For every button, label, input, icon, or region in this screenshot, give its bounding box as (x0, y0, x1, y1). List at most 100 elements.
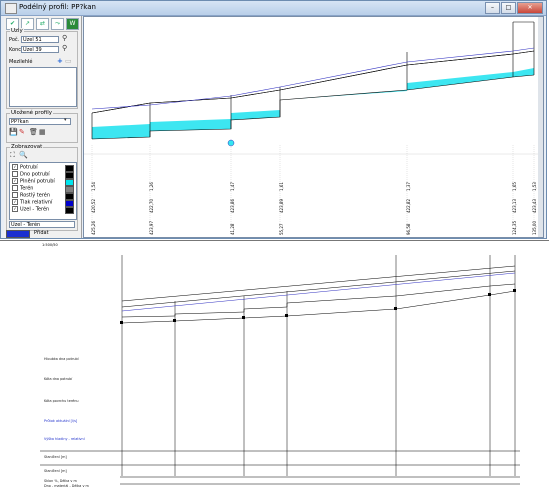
table-row-label: Sklon %, Délka v m (44, 479, 77, 483)
table-row-label: Dno - materiál - Délka v m (44, 484, 89, 488)
node-label: 423,97 (149, 221, 154, 235)
layer-list: ✓ Potrubí Dno potrubí ✓ Plnění potrubí Ter… (9, 162, 77, 220)
profile-view[interactable]: 1,54 420,52 425,26 1,26 422,70 423,97 1,… (83, 16, 544, 238)
display-group: Zobrazovat ⛶ 🔍 ✓ Potrubí Dno potrubí ✓ Pln… (6, 144, 78, 231)
layer-combo[interactable]: Uzel - Terén (9, 221, 75, 228)
maximize-button[interactable]: □ (501, 2, 516, 14)
layer-item[interactable]: ✓ Plnění potrubí (12, 178, 78, 186)
print-drawing (40, 255, 520, 485)
node-label: 423,89 (279, 199, 284, 213)
remove-icon[interactable]: ▭ (65, 57, 72, 65)
layer-item[interactable]: Rostlý terén (12, 192, 78, 200)
profile-tool-icon[interactable]: ⤳ (51, 18, 64, 30)
add-button[interactable]: Přidat (34, 230, 49, 236)
export-icon[interactable]: W (66, 18, 79, 30)
layer-label: Uzel - Terén (20, 206, 50, 213)
layer-label: Terén (20, 185, 34, 192)
save-icon[interactable]: 💾 (9, 128, 18, 136)
node-label: 1,65 (512, 182, 517, 191)
layer-item[interactable]: ✓ Uzel - Terén (12, 206, 78, 214)
manhole-marker (242, 316, 245, 319)
manhole-marker (488, 293, 491, 296)
manhole-marker (513, 289, 516, 292)
layer-checkbox[interactable]: ✓ (12, 206, 18, 212)
nodes-group: Uzly Poč. Uzel 51 ⚲ Konc. Uzel 39 ⚲ Mezi… (6, 28, 78, 109)
print-preview: 1:500/50 Hloubka dna potrubí Kóta dna po… (0, 240, 549, 490)
pipe-tool-icon[interactable]: ⇄ (36, 18, 49, 30)
vertical-scrollbar[interactable] (538, 17, 543, 237)
layer-checkbox[interactable] (12, 185, 18, 191)
manhole-marker (120, 321, 123, 324)
profile-drawing: 1,54 420,52 425,26 1,26 422,70 423,97 1,… (84, 21, 539, 235)
profile-window: Podélný profil: PP?kan – □ ✕ ✔ ↗ ⇄ ⤳ W U… (0, 0, 547, 239)
table-row-label: Hloubka dna potrubí (44, 357, 79, 361)
minimize-button[interactable]: – (485, 2, 500, 14)
layer-checkbox[interactable]: ✓ (12, 199, 18, 205)
chevron-down-icon[interactable]: ▾ (64, 117, 67, 123)
pick-node-icon[interactable]: ⚲ (62, 44, 67, 52)
layer-checkbox[interactable]: ✓ (12, 178, 18, 184)
layer-color-swatch[interactable] (65, 207, 74, 214)
node-label: 423,43 (532, 199, 537, 213)
start-node-label: Poč. (9, 37, 20, 43)
table-row-label: Průtok aktuální [l/s] (44, 419, 78, 423)
node-label: 1,54 (91, 182, 96, 191)
pick-node-icon[interactable]: ⚲ (62, 34, 67, 42)
intermediate-label: Mezilehlé (9, 59, 33, 65)
table-row-label: Staničení [m] (44, 455, 67, 459)
layer-checkbox[interactable] (12, 171, 18, 177)
end-node-field[interactable]: Uzel 39 (21, 46, 59, 53)
saved-profiles-group: Uložené profily PP?kan ▾ 💾 ✎ 🗑 ▦ (6, 110, 78, 143)
window-title: Podélný profil: PP?kan (19, 3, 96, 11)
layer-item[interactable]: ✓ Potrubí (12, 164, 78, 172)
layer-label: Rostlý terén (20, 192, 51, 199)
layer-item[interactable]: ✓ Tlak relativní (12, 199, 78, 207)
node-label: 1,26 (149, 182, 154, 191)
side-panel: ✔ ↗ ⇄ ⤳ W Uzly Poč. Uzel 51 ⚲ Konc. Uzel… (4, 16, 82, 238)
table-icon[interactable]: ▦ (39, 128, 46, 136)
manhole-marker (285, 314, 288, 317)
node-label: 425,26 (91, 221, 96, 235)
intermediate-list[interactable] (9, 67, 77, 107)
node-label: 135,00 (532, 221, 537, 235)
print-pressure-line (121, 272, 516, 312)
zoom-window-icon[interactable]: ⛶ (10, 151, 15, 160)
saved-profiles-label: Uložené profily (10, 110, 54, 116)
color-picker-button[interactable] (6, 230, 30, 238)
node-label: 1,37 (406, 182, 411, 191)
table-row-label: Výška hladiny - relativní (44, 437, 85, 441)
node-label: 422,82 (406, 199, 411, 213)
node-label: 423,86 (230, 199, 235, 213)
layer-item[interactable]: Dno potrubí (12, 171, 78, 179)
layer-label: Dno potrubí (20, 171, 50, 178)
layer-checkbox[interactable]: ✓ (12, 164, 18, 170)
layer-checkbox[interactable] (12, 192, 18, 198)
start-node-field[interactable]: Uzel 51 (21, 36, 59, 43)
rename-icon[interactable]: ✎ (19, 128, 25, 136)
node-label: 1,47 (230, 182, 235, 191)
layer-label: Plnění potrubí (20, 178, 55, 185)
node-label: 55,27 (279, 223, 284, 235)
node-label: 41,28 (230, 223, 235, 235)
delete-icon[interactable]: 🗑 (29, 128, 38, 136)
node-label: 1,61 (279, 182, 284, 191)
pipe-fill (92, 68, 534, 139)
print-profile-line (121, 265, 516, 302)
node-label: 422,70 (149, 199, 154, 213)
profile-select[interactable]: PP?kan (9, 118, 71, 125)
display-group-label: Zobrazovat (10, 144, 44, 150)
table-row-label: Kóta dna potrubí (44, 377, 73, 381)
app-icon (5, 3, 17, 14)
node-label: 420,52 (91, 199, 96, 213)
zoom-icon[interactable]: 🔍 (19, 151, 28, 159)
title-bar: Podélný profil: PP?kan – □ ✕ (1, 1, 546, 16)
add-icon[interactable]: + (57, 57, 63, 65)
manhole-marker (173, 319, 176, 322)
table-row-label: Staničení [m] (44, 469, 67, 473)
print-profile-line (121, 270, 516, 308)
table-row-label: Kóta povrchu terénu (44, 399, 79, 403)
node-label: 96,58 (406, 223, 411, 235)
close-button[interactable]: ✕ (517, 2, 543, 14)
layer-item[interactable]: Terén (12, 185, 78, 193)
layer-label: Tlak relativní (20, 199, 53, 206)
